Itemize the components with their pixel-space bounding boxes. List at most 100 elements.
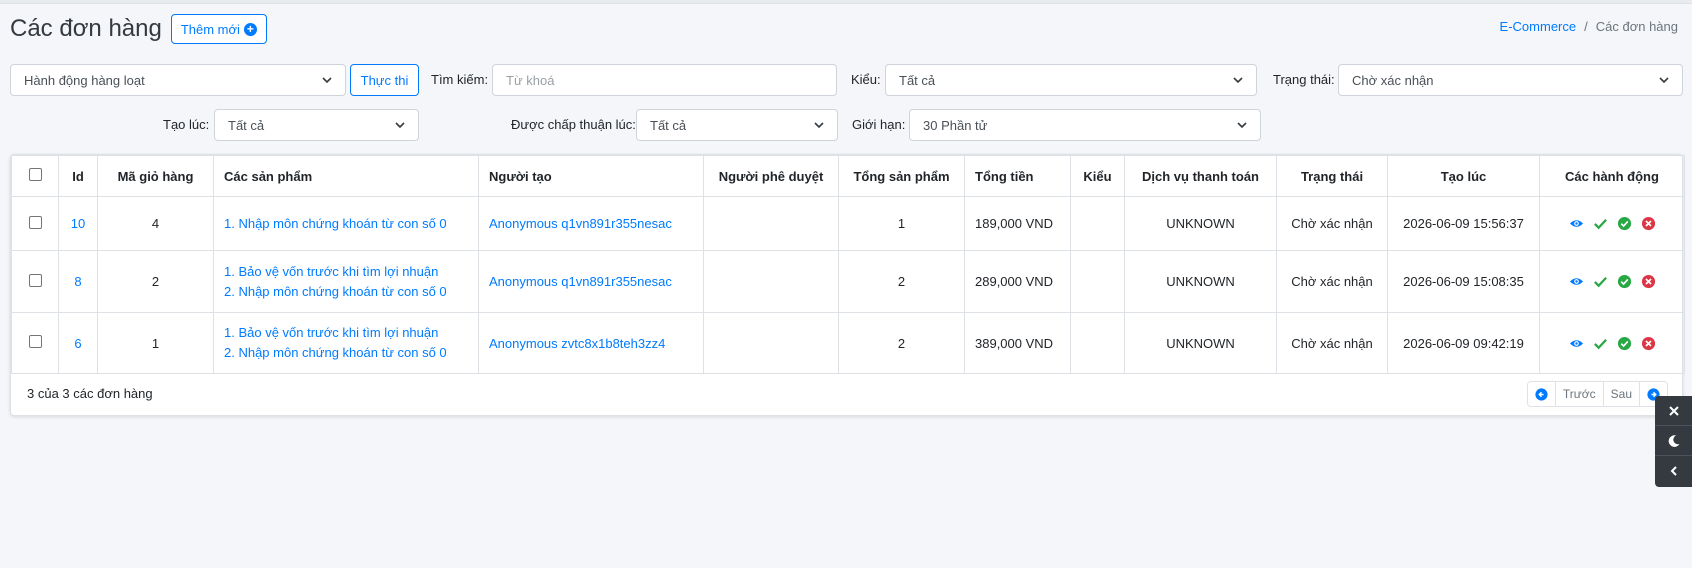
page-title: Các đơn hàng — [10, 15, 162, 42]
payment-service: UNKNOWN — [1124, 250, 1277, 313]
product-link[interactable]: 1. Bảo vệ vốn trước khi tìm lợi nhuận — [224, 323, 468, 343]
page-header: Các đơn hàng Thêm mới + — [10, 14, 267, 44]
check-icon[interactable] — [1593, 216, 1608, 231]
row-checkbox[interactable] — [28, 335, 42, 348]
prev-button[interactable]: Trước — [1555, 382, 1604, 406]
moon-icon — [1668, 434, 1679, 447]
order-type — [1070, 312, 1125, 374]
eye-icon[interactable] — [1569, 216, 1584, 231]
orders-table: Id Mã giỏ hàng Các sản phẩm Người tạo Ng… — [11, 155, 1685, 374]
creator-link[interactable]: Anonymous q1vn891r355nesac — [478, 250, 704, 313]
status-value: Chờ xác nhận — [1352, 72, 1434, 88]
next-button[interactable]: Sau — [1603, 382, 1640, 406]
col-total-products[interactable]: Tổng sản phẩm — [838, 155, 965, 197]
order-type — [1070, 196, 1125, 251]
approved-select[interactable]: Tất cả — [636, 109, 838, 141]
row-checkbox[interactable] — [28, 215, 42, 229]
actions-cell — [1539, 196, 1685, 251]
table-footer: 3 của 3 các đơn hàng Trước Sau — [11, 369, 1682, 415]
check-icon[interactable] — [1593, 336, 1608, 351]
table-header-row: Id Mã giỏ hàng Các sản phẩm Người tạo Ng… — [11, 155, 1685, 197]
total-price: 389,000 VND — [964, 312, 1071, 374]
product-link[interactable]: 2. Nhập môn chứng khoán từ con số 0 — [224, 282, 468, 302]
col-approver[interactable]: Người phê duyệt — [703, 155, 839, 197]
table-row: 10 4 1. Nhập môn chứng khoán từ con số 0… — [11, 196, 1685, 251]
order-status: Chờ xác nhận — [1276, 196, 1388, 251]
approved-label: Được chấp thuận lúc: — [511, 117, 636, 132]
col-payment[interactable]: Dịch vụ thanh toán — [1124, 155, 1277, 197]
order-id-link[interactable]: 6 — [58, 312, 98, 374]
check-icon[interactable] — [1593, 274, 1608, 289]
approved-value: Tất cả — [650, 117, 687, 133]
add-new-button[interactable]: Thêm mới + — [170, 14, 267, 44]
col-id[interactable]: Id — [58, 155, 98, 197]
execute-button[interactable]: Thực thi — [350, 64, 419, 96]
product-link[interactable]: 2. Nhập môn chứng khoán từ con số 0 — [224, 343, 468, 363]
creator-link[interactable]: Anonymous zvtc8x1b8teh3zz4 — [478, 312, 704, 374]
check-circle-icon[interactable] — [1617, 336, 1632, 351]
type-select[interactable]: Tất cả — [885, 64, 1257, 96]
collapse-toolbar-button[interactable] — [1655, 456, 1692, 486]
product-link[interactable]: 1. Bảo vệ vốn trước khi tìm lợi nhuận — [224, 262, 468, 282]
total-products: 1 — [838, 196, 965, 251]
limit-select[interactable]: 30 Phần tử — [909, 109, 1261, 141]
actions-cell — [1539, 312, 1685, 374]
times-circle-icon[interactable] — [1641, 216, 1656, 231]
col-total[interactable]: Tổng tiền — [964, 155, 1071, 197]
payment-service: UNKNOWN — [1124, 312, 1277, 374]
total-products: 2 — [838, 250, 965, 313]
eye-icon[interactable] — [1569, 274, 1584, 289]
prev-arrow-button[interactable] — [1527, 382, 1556, 406]
check-circle-icon[interactable] — [1617, 216, 1632, 231]
breadcrumb-current: Các đơn hàng — [1595, 19, 1678, 34]
approver — [703, 312, 839, 374]
breadcrumb-ecommerce[interactable]: E-Commerce — [1500, 19, 1577, 34]
created-select[interactable]: Tất cả — [214, 109, 419, 141]
close-toolbar-button[interactable] — [1655, 396, 1692, 426]
table-row: 6 1 1. Bảo vệ vốn trước khi tìm lợi nhuậ… — [11, 312, 1685, 374]
arrow-left-circle-icon — [1535, 387, 1548, 401]
orders-card: Id Mã giỏ hàng Các sản phẩm Người tạo Ng… — [10, 154, 1685, 416]
product-link[interactable]: 1. Nhập môn chứng khoán từ con số 0 — [224, 214, 468, 234]
col-creator[interactable]: Người tạo — [478, 155, 704, 197]
chevron-down-icon — [322, 77, 332, 84]
eye-icon[interactable] — [1569, 336, 1584, 351]
search-input[interactable]: Từ khoá — [492, 64, 837, 96]
times-circle-icon[interactable] — [1641, 274, 1656, 289]
order-id-link[interactable]: 10 — [58, 196, 98, 251]
cart-id: 2 — [97, 250, 214, 313]
select-all-checkbox[interactable] — [28, 168, 42, 181]
pagination: Trước Sau — [1526, 381, 1668, 407]
chevron-down-icon — [814, 122, 824, 129]
created-label: Tạo lúc: — [163, 117, 210, 132]
bulk-action-select[interactable]: Hành động hàng loạt — [10, 64, 346, 96]
approver — [703, 250, 839, 313]
status-select[interactable]: Chờ xác nhận — [1338, 64, 1683, 96]
order-status: Chờ xác nhận — [1276, 312, 1388, 374]
actions-cell — [1539, 250, 1685, 313]
creator-link[interactable]: Anonymous q1vn891r355nesac — [478, 196, 704, 251]
add-new-label: Thêm mới — [180, 21, 240, 37]
col-created[interactable]: Tạo lúc — [1387, 155, 1540, 197]
times-circle-icon[interactable] — [1641, 336, 1656, 351]
col-products[interactable]: Các sản phẩm — [213, 155, 479, 197]
col-type[interactable]: Kiểu — [1070, 155, 1125, 197]
chevron-down-icon — [1237, 122, 1247, 129]
top-border — [0, 0, 1692, 4]
order-status: Chờ xác nhận — [1276, 250, 1388, 313]
payment-service: UNKNOWN — [1124, 196, 1277, 251]
row-checkbox[interactable] — [28, 273, 42, 287]
order-id-link[interactable]: 8 — [58, 250, 98, 313]
bulk-action-value: Hành động hàng loạt — [24, 72, 145, 88]
check-circle-icon[interactable] — [1617, 274, 1632, 289]
status-label: Trạng thái: — [1273, 72, 1335, 87]
created-value: Tất cả — [228, 117, 265, 133]
select-all-cell — [11, 155, 59, 197]
col-cart[interactable]: Mã giỏ hàng — [97, 155, 214, 197]
total-products: 2 — [838, 312, 965, 374]
dark-mode-toggle[interactable] — [1655, 426, 1692, 456]
row-select-cell — [11, 250, 59, 313]
cart-id: 1 — [97, 312, 214, 374]
result-count: 3 của 3 các đơn hàng — [27, 386, 153, 401]
col-status[interactable]: Trạng thái — [1276, 155, 1388, 197]
